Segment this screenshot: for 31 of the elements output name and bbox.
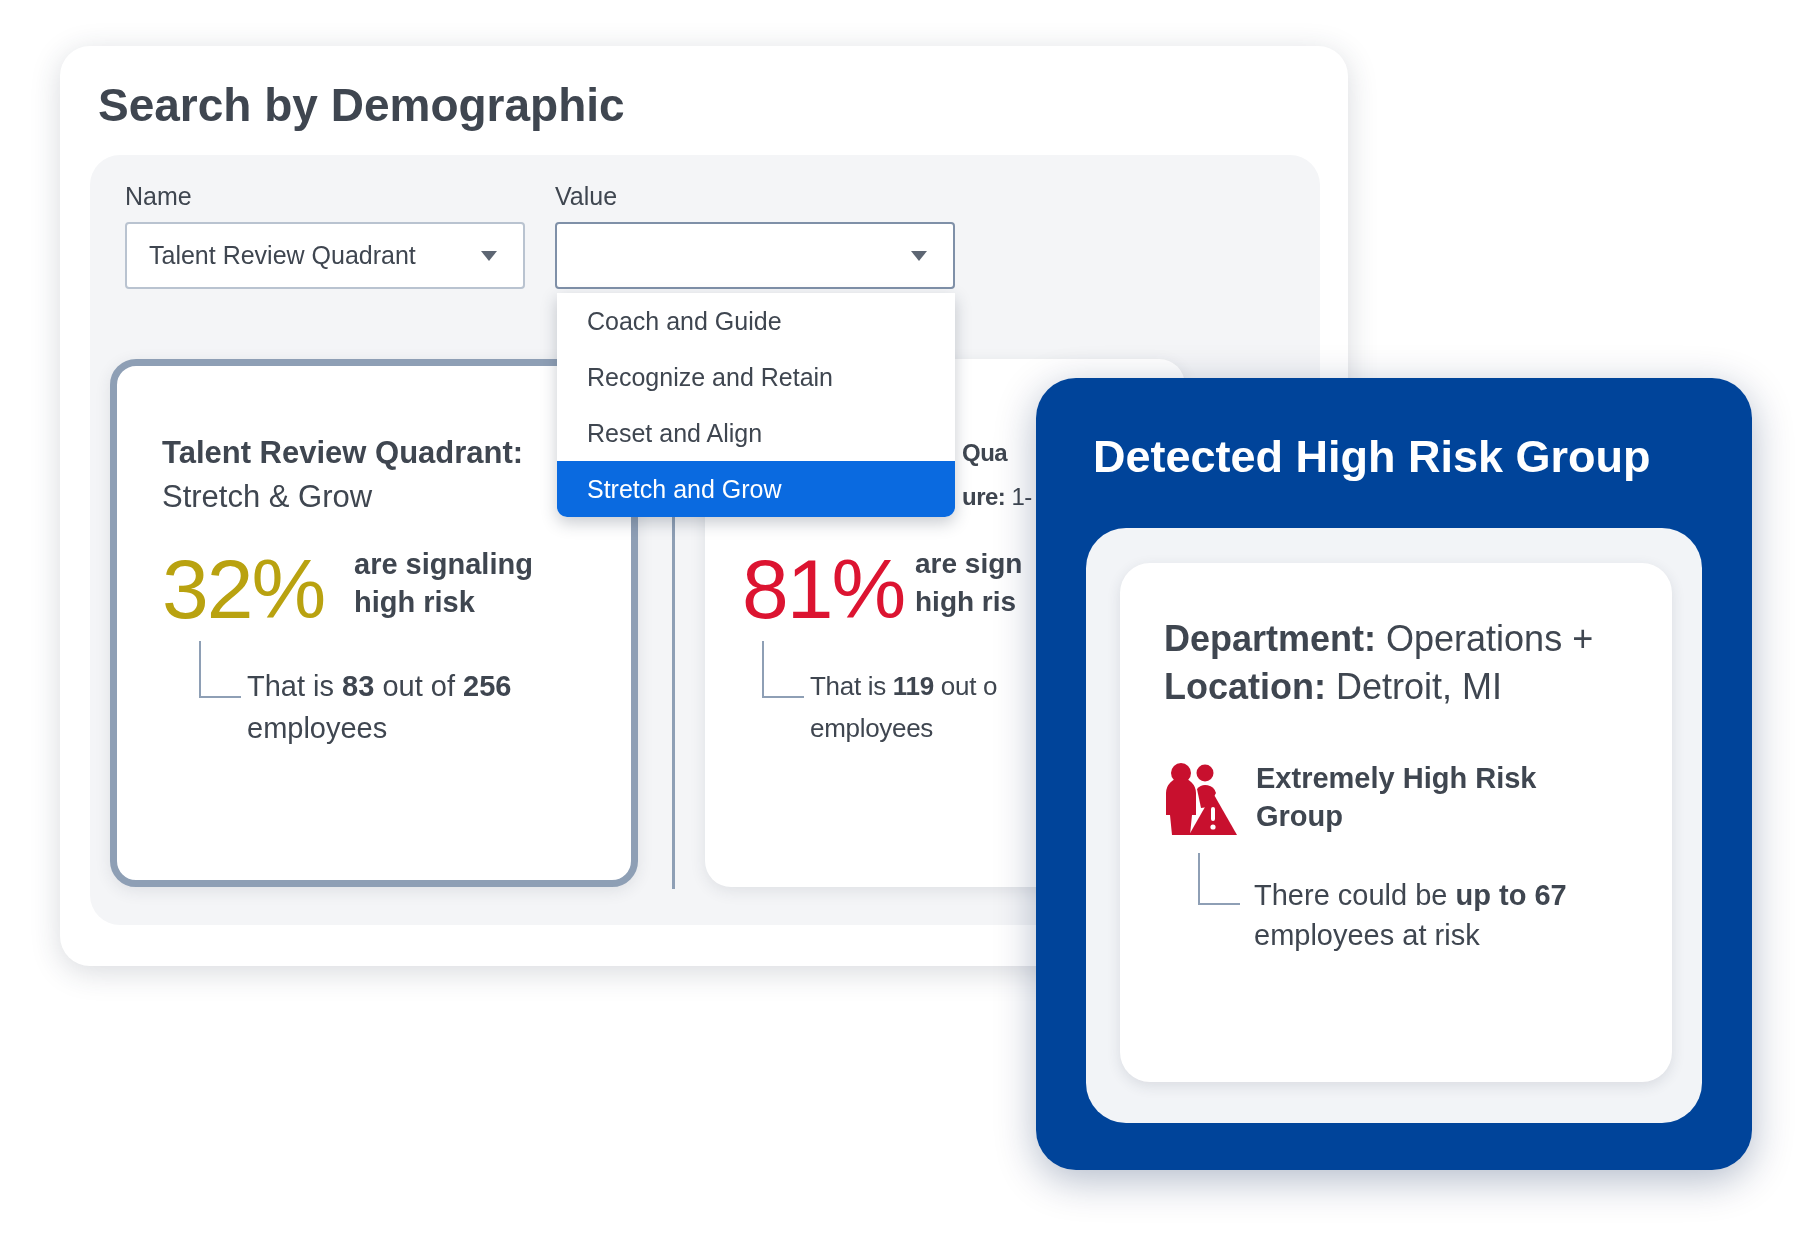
detail-text: employees (247, 711, 389, 746)
detail-text: That is 119 out o (810, 670, 998, 703)
dropdown-option[interactable]: Reset and Align (557, 405, 955, 461)
people-warning-icon (1164, 763, 1238, 837)
percent-value: 81% (742, 541, 906, 637)
dropdown-option[interactable]: Coach and Guide (557, 293, 955, 349)
caret-icon (911, 250, 927, 261)
caret-icon (481, 250, 497, 261)
select-field[interactable] (555, 222, 955, 289)
field-label: Value (555, 181, 619, 211)
detail-text: That is 83 out of 256 (247, 669, 512, 704)
signal-text: high ris (915, 585, 1018, 619)
leader-line (199, 641, 241, 698)
signal-text: are signaling (354, 547, 533, 582)
leader-line (1198, 853, 1240, 905)
card-subtitle: Stretch & Grow (162, 478, 373, 516)
group-label: Extremely High Risk Group (1256, 761, 1538, 834)
field-label: Name (125, 181, 193, 211)
card-subtitle: ure: 1- (962, 482, 1032, 512)
card-title: Qua (962, 438, 1008, 468)
detail-text: There could be up to 67 employees at risk (1254, 878, 1568, 953)
detail-text: employees (810, 712, 935, 745)
signal-text: are sign (915, 547, 1023, 581)
dropdown-option[interactable]: Recognize and Retain (557, 349, 955, 405)
signal-text: high risk (354, 585, 476, 620)
leader-line (762, 641, 804, 698)
percent-value: 32% (162, 541, 326, 637)
dropdown-option[interactable]: Stretch and Grow (557, 461, 955, 517)
card-title: Talent Review Quadrant: (162, 434, 524, 472)
panel-title: Search by Demographic (98, 78, 626, 133)
select-field[interactable]: Talent Review Quadrant (125, 222, 525, 289)
